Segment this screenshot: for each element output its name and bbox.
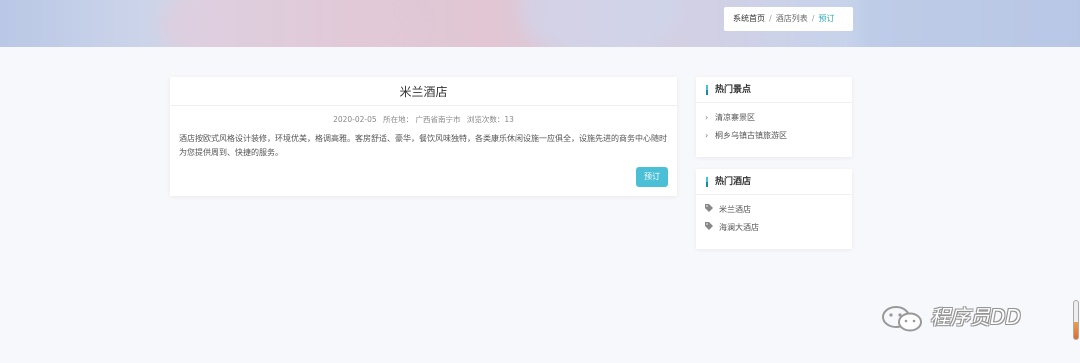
popular-hotels-header: 热门酒店 — [696, 169, 852, 195]
popular-spots-title: 热门景点 — [715, 85, 752, 95]
hotel-location: 所在地： 广西省南宁市 — [383, 115, 461, 124]
hotel-date: 2020-02-05 — [333, 115, 377, 124]
banner-decoration — [860, 0, 1080, 47]
section-marker-icon — [706, 177, 708, 187]
spot-link[interactable]: 桐乡乌镇古镇旅游区 — [715, 131, 787, 140]
breadcrumb-home-link[interactable]: 系统首页 — [733, 14, 765, 23]
list-item[interactable]: 海澜大酒店 — [696, 219, 852, 237]
banner-decoration — [520, 0, 680, 47]
hotel-title: 米兰酒店 — [170, 77, 677, 106]
list-item[interactable]: › 桐乡乌镇古镇旅游区 — [696, 127, 852, 145]
wechat-icon — [882, 306, 922, 332]
hotel-views: 浏览次数：13 — [466, 115, 514, 124]
hotel-description: 酒店按欧式风格设计装修，环境优美，格调高雅。客房舒适、豪华，餐饮风味独特，各类康… — [179, 134, 667, 157]
hotel-meta: 2020-02-05 所在地： 广西省南宁市 浏览次数：13 — [170, 114, 677, 126]
popular-hotels-title: 热门酒店 — [715, 177, 752, 187]
chevron-right-icon: › — [705, 113, 709, 122]
tag-icon — [705, 219, 719, 237]
watermark-text: 程序员DD — [930, 305, 1021, 329]
chevron-right-icon: › — [705, 131, 709, 140]
list-item[interactable]: › 清凉寨景区 — [696, 109, 852, 127]
popular-hotels-panel: 热门酒店 米兰酒店 海澜大酒店 — [696, 169, 852, 249]
hotel-link[interactable]: 米兰酒店 — [719, 205, 751, 214]
breadcrumb-list-link[interactable]: 酒店列表 — [776, 14, 808, 23]
breadcrumb-separator: / — [811, 14, 815, 23]
spot-link[interactable]: 清凉寨景区 — [715, 113, 755, 122]
scroll-indicator[interactable] — [1073, 300, 1079, 340]
breadcrumb: 系统首页 / 酒店列表 / 预订 — [724, 7, 853, 31]
list-item[interactable]: 米兰酒店 — [696, 201, 852, 219]
hotel-detail-card: 米兰酒店 2020-02-05 所在地： 广西省南宁市 浏览次数：13 酒店按欧… — [170, 77, 677, 196]
breadcrumb-current: 预订 — [818, 14, 835, 23]
book-button[interactable]: 预订 — [636, 167, 668, 187]
breadcrumb-separator: / — [769, 14, 772, 23]
popular-hotels-list: 米兰酒店 海澜大酒店 — [696, 195, 852, 237]
section-marker-icon — [706, 85, 708, 95]
popular-spots-panel: 热门景点 › 清凉寨景区 › 桐乡乌镇古镇旅游区 — [696, 77, 852, 157]
hotel-link[interactable]: 海澜大酒店 — [719, 223, 759, 232]
banner-decoration — [160, 0, 420, 47]
header-banner — [0, 0, 1080, 47]
popular-spots-header: 热门景点 — [696, 77, 852, 103]
tag-icon — [705, 201, 719, 219]
popular-spots-list: › 清凉寨景区 › 桐乡乌镇古镇旅游区 — [696, 103, 852, 145]
